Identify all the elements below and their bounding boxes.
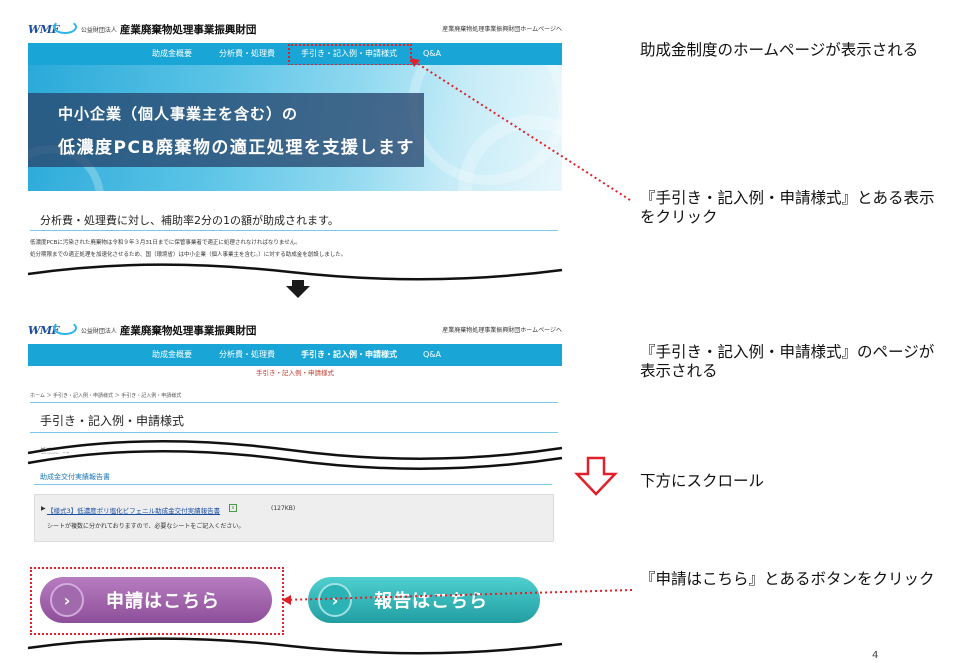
wavy-cut-line (27, 637, 563, 655)
instruction-step-4: 下方にスクロール (640, 472, 765, 490)
instruction-step-3: 『手引き・記入例・申請様式』のページが表示される (640, 343, 935, 380)
instruction-step-1: 助成金制度のホームページが表示される (640, 41, 919, 59)
scroll-down-arrow-icon (574, 456, 618, 496)
pointer-line-apply (283, 589, 633, 601)
annotation-overlay (27, 58, 633, 655)
wavy-cut-line (27, 263, 563, 281)
pointer-arrowhead-icon (410, 58, 420, 67)
pointer-line-nav (411, 59, 631, 201)
instruction-step-5: 『申請はこちら』とあるボタンをクリック (640, 570, 935, 588)
wavy-cut-line (27, 440, 563, 461)
instruction-step-2: 『手引き・記入例・申請様式』とある表示をクリック (640, 189, 935, 226)
pointer-arrowhead-icon (282, 595, 291, 605)
page-number: 4 (872, 650, 879, 661)
